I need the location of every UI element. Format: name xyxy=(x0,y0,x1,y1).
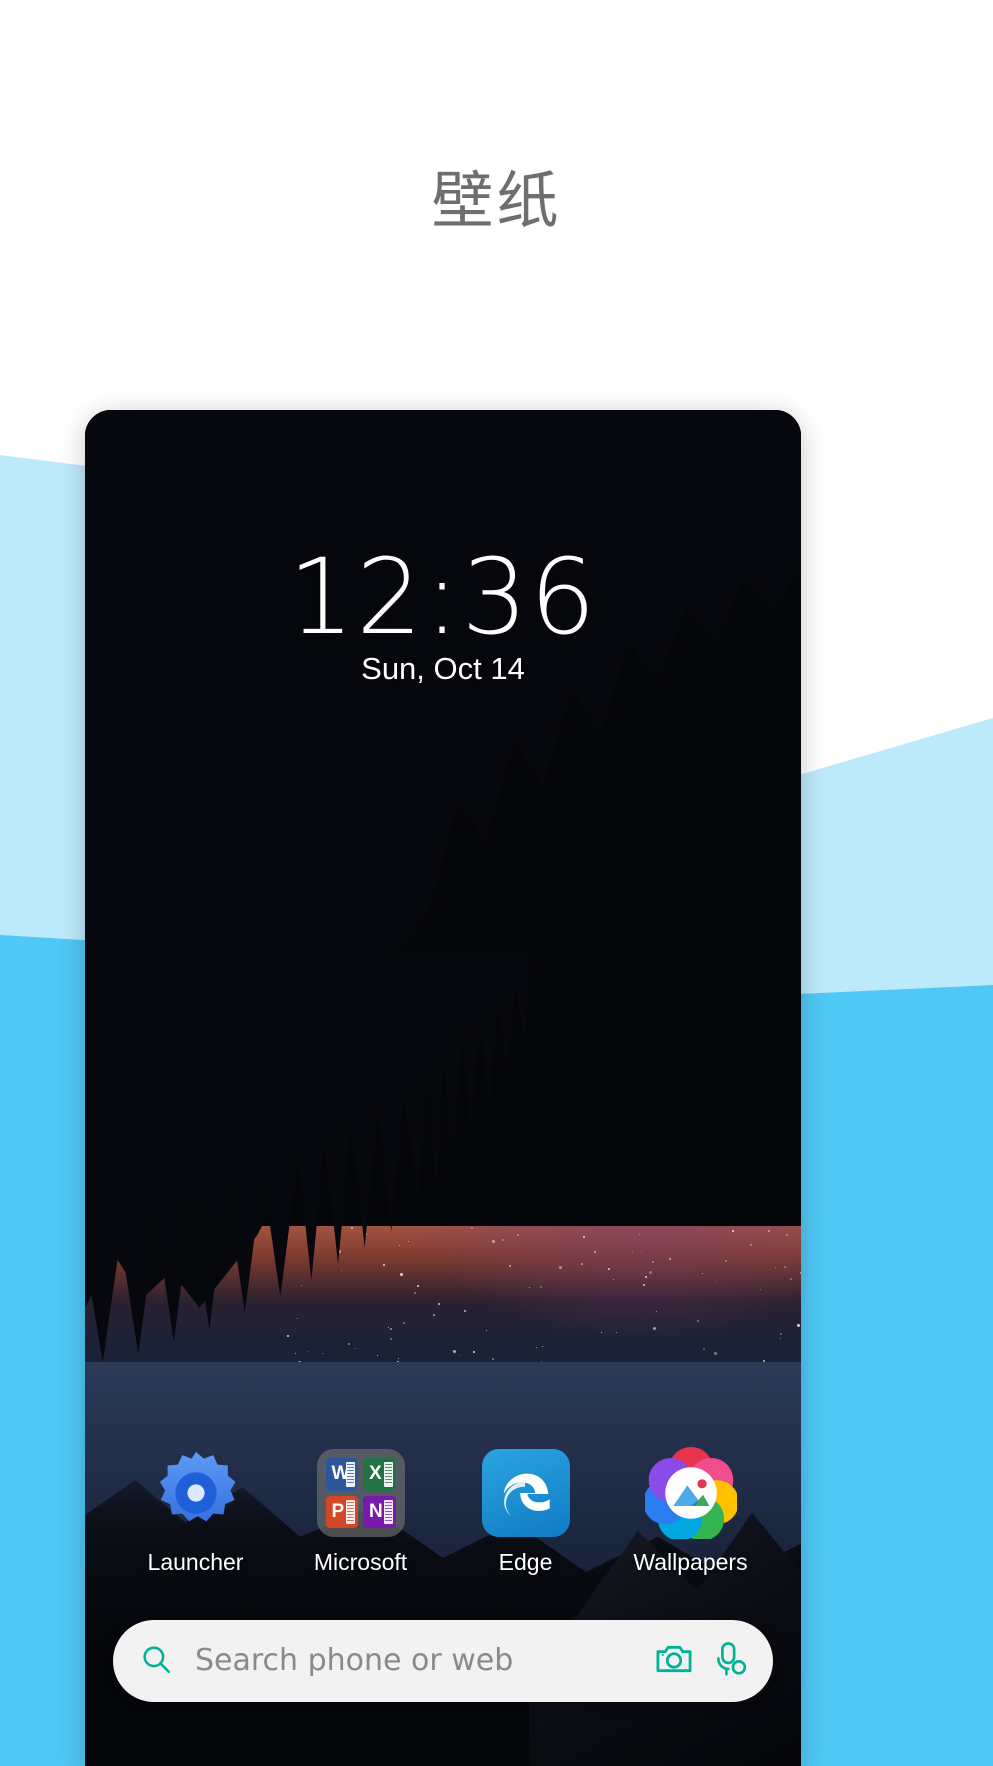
camera-icon[interactable] xyxy=(655,1642,693,1681)
search-bar[interactable]: Search phone or web xyxy=(113,1620,773,1702)
word-icon: W xyxy=(325,1458,358,1491)
powerpoint-icon: P xyxy=(325,1495,358,1528)
app-label: Edge xyxy=(498,1549,553,1575)
lockscreen-date: Sun, Oct 14 xyxy=(361,651,525,686)
app-microsoft-folder[interactable]: W X P N Microsoft xyxy=(286,1447,436,1574)
edge-glyph-icon xyxy=(503,1473,550,1516)
phone-preview: 12:36 Sun, Oct 14 Launcher W X P N Micro… xyxy=(85,410,801,1766)
search-icon xyxy=(139,1642,173,1681)
edge-icon xyxy=(481,1449,570,1537)
lockscreen-time: 12:36 xyxy=(288,536,598,658)
app-icon-container xyxy=(451,1447,601,1539)
wallpapers-icon xyxy=(644,1447,737,1539)
onenote-icon: N xyxy=(363,1495,396,1528)
gear-icon xyxy=(159,1451,236,1522)
app-label: Wallpapers xyxy=(633,1549,748,1575)
app-icon-container xyxy=(616,1447,766,1539)
app-label: Launcher xyxy=(147,1549,244,1575)
app-dock: Launcher W X P N Microsoft Edge Wallpape… xyxy=(85,1447,801,1574)
excel-icon: X xyxy=(363,1458,396,1491)
folder-icon: W X P N xyxy=(316,1449,405,1537)
app-icon-container: W X P N xyxy=(286,1447,436,1539)
app-launcher[interactable]: Launcher xyxy=(121,1447,271,1574)
home-screen: 12:36 Sun, Oct 14 Launcher W X P N Micro… xyxy=(85,410,801,1766)
app-edge[interactable]: Edge xyxy=(451,1447,601,1574)
wallpaper-preview-page: 壁纸 12:36 Sun, Oct 14 Launcher W X P N Mi… xyxy=(0,0,993,1766)
search-input-placeholder[interactable]: Search phone or web xyxy=(195,1646,635,1676)
app-label: Microsoft xyxy=(313,1549,408,1575)
page-title: 壁纸 xyxy=(431,164,562,237)
microphone-icon[interactable] xyxy=(713,1641,747,1682)
app-icon-container xyxy=(121,1447,271,1539)
app-wallpapers[interactable]: Wallpapers xyxy=(616,1447,766,1574)
